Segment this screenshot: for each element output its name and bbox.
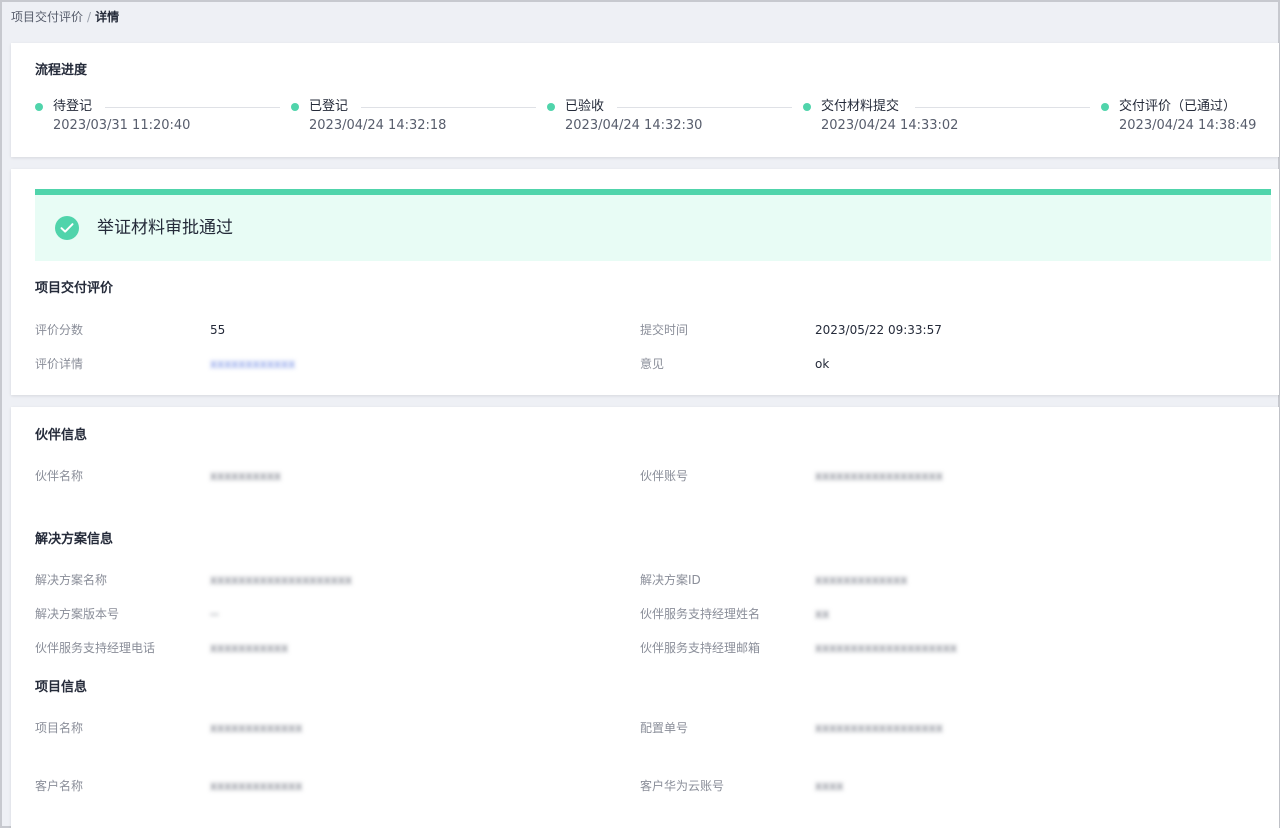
step-name: 已登记 [309, 99, 349, 114]
breadcrumb-current: 详情 [95, 10, 120, 24]
solution-version-value: -- [210, 607, 219, 621]
approval-banner: 举证材料审批通过 [35, 195, 1271, 261]
step-connector [617, 107, 792, 108]
step-time: 2023/03/31 11:20:40 [53, 118, 191, 133]
cloud-account-value: xxxx [815, 779, 844, 793]
info-card: 伙伴信息 伙伴名称 xxxxxxxxxx 伙伴账号 xxxxxxxxxxxxxx… [11, 407, 1279, 828]
step-time: 2023/04/24 14:32:18 [309, 118, 447, 133]
step-connector [915, 107, 1090, 108]
partner-account-value: xxxxxxxxxxxxxxxxxx [815, 469, 943, 483]
project-name-value: xxxxxxxxxxxxx [210, 721, 303, 735]
step-dot-icon [547, 103, 555, 111]
project-title: 项目信息 [35, 680, 88, 695]
step-dot-icon [291, 103, 299, 111]
partner-name-label: 伙伴名称 [35, 469, 84, 483]
detail-label: 评价详情 [35, 357, 84, 371]
config-number-value: xxxxxxxxxxxxxxxxxx [815, 721, 943, 735]
submit-time-label: 提交时间 [640, 323, 689, 337]
cloud-account-label: 客户华为云账号 [640, 779, 725, 793]
progress-title: 流程进度 [35, 63, 88, 78]
opinion-label: 意见 [640, 357, 665, 371]
step-dot-icon [1101, 103, 1109, 111]
manager-name-value: xx [815, 607, 830, 621]
step-dot-icon [803, 103, 811, 111]
step-time: 2023/04/24 14:33:02 [821, 118, 959, 133]
breadcrumb-parent[interactable]: 项目交付评价 [11, 10, 83, 24]
partner-name-value: xxxxxxxxxx [210, 469, 282, 483]
manager-phone-label: 伙伴服务支持经理电话 [35, 641, 156, 655]
step-dot-icon [35, 103, 43, 111]
approval-message: 举证材料审批通过 [97, 218, 233, 238]
step-name: 交付材料提交 [821, 99, 900, 114]
solution-name-label: 解决方案名称 [35, 573, 108, 587]
partner-account-label: 伙伴账号 [640, 469, 689, 483]
manager-name-label: 伙伴服务支持经理姓名 [640, 607, 761, 621]
solution-id-value: xxxxxxxxxxxxx [815, 573, 908, 587]
evaluation-card: 举证材料审批通过 项目交付评价 评价分数 55 提交时间 2023/05/22 … [11, 169, 1279, 395]
score-label: 评价分数 [35, 323, 84, 337]
step-name: 待登记 [53, 99, 93, 114]
success-check-icon [55, 216, 79, 240]
step-connector [361, 107, 536, 108]
partner-title: 伙伴信息 [35, 428, 88, 443]
customer-name-value: xxxxxxxxxxxxx [210, 779, 303, 793]
solution-name-value: xxxxxxxxxxxxxxxxxxxx [210, 573, 353, 587]
step-time: 2023/04/24 14:32:30 [565, 118, 703, 133]
score-value: 55 [210, 323, 226, 337]
submit-time-value: 2023/05/22 09:33:57 [815, 323, 942, 337]
manager-email-value: xxxxxxxxxxxxxxxxxxxx [815, 641, 958, 655]
opinion-value: ok [815, 357, 830, 371]
solution-version-label: 解决方案版本号 [35, 607, 120, 621]
manager-phone-value: xxxxxxxxxxx [210, 641, 289, 655]
breadcrumb-separator: / [87, 10, 92, 24]
page-frame: 项目交付评价 / 详情 流程进度 待登记 2023/03/31 11:20:40 已… [0, 0, 1280, 828]
step-name: 交付评价（已通过） [1119, 99, 1237, 114]
solution-title: 解决方案信息 [35, 532, 114, 547]
project-name-label: 项目名称 [35, 721, 84, 735]
step-time: 2023/04/24 14:38:49 [1119, 118, 1257, 133]
progress-card: 流程进度 待登记 2023/03/31 11:20:40 已登记 2023/04… [11, 43, 1279, 157]
step-connector [105, 107, 280, 108]
evaluation-title: 项目交付评价 [35, 281, 114, 296]
step-name: 已验收 [565, 99, 605, 114]
config-number-label: 配置单号 [640, 721, 689, 735]
breadcrumb: 项目交付评价 / 详情 [11, 9, 119, 25]
solution-id-label: 解决方案ID [640, 573, 701, 587]
manager-email-label: 伙伴服务支持经理邮箱 [640, 641, 761, 655]
customer-name-label: 客户名称 [35, 779, 84, 793]
detail-file-link[interactable]: xxxxxxxxxxxx [210, 356, 295, 372]
